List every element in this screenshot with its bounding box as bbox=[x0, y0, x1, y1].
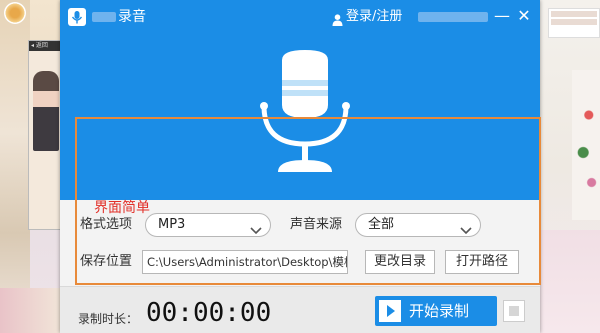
duration-value: 00:00:00 bbox=[146, 298, 272, 328]
format-select[interactable]: MP3 bbox=[145, 213, 271, 237]
background-panel-left bbox=[0, 0, 30, 333]
save-path-field[interactable]: C:\Users\Administrator\Desktop\模板 bbox=[142, 250, 348, 274]
start-recording-label: 开始录制 bbox=[409, 302, 470, 320]
login-register-link[interactable]: 登录/注册 bbox=[346, 8, 402, 26]
minimize-button[interactable]: — bbox=[492, 6, 512, 26]
background-strip-bottom bbox=[0, 288, 60, 333]
format-label: 格式选项 bbox=[80, 217, 133, 232]
source-select[interactable]: 全部 bbox=[355, 213, 481, 237]
change-directory-button[interactable]: 更改目录 bbox=[365, 250, 435, 274]
app-logo-icon bbox=[68, 8, 86, 26]
background-phone-preview: ◂ 返回 bbox=[28, 40, 62, 230]
background-card-stripe bbox=[551, 19, 597, 25]
background-phone-bar: ◂ 返回 bbox=[29, 41, 61, 51]
play-icon bbox=[379, 300, 401, 322]
background-flowers bbox=[572, 70, 600, 220]
background-panel-right-bottom bbox=[540, 230, 600, 333]
open-path-button[interactable]: 打开路径 bbox=[445, 250, 519, 274]
background-card-stripe bbox=[551, 11, 597, 17]
recorder-window: 录音 登录/注册 — ✕ 界面简单 格式选项 MP3 声音来源 全部 保存位置 … bbox=[60, 0, 541, 333]
user-icon bbox=[332, 11, 343, 26]
stop-button[interactable] bbox=[503, 300, 525, 322]
source-label: 声音来源 bbox=[290, 217, 343, 232]
source-select-value: 全部 bbox=[368, 217, 395, 232]
background-flower-icon bbox=[4, 2, 26, 24]
stop-icon bbox=[509, 306, 519, 316]
background-character-figure bbox=[33, 71, 59, 151]
start-recording-button[interactable]: 开始录制 bbox=[375, 296, 497, 326]
save-location-label: 保存位置 bbox=[80, 254, 133, 269]
app-title: 录音 bbox=[118, 9, 146, 25]
close-button[interactable]: ✕ bbox=[514, 6, 534, 26]
app-title-blur bbox=[92, 12, 116, 22]
duration-label: 录制时长： bbox=[78, 312, 139, 326]
chevron-down-icon bbox=[460, 221, 472, 235]
footer-bar: 录制时长： 00:00:00 开始录制 bbox=[60, 286, 540, 333]
chevron-down-icon bbox=[250, 221, 262, 235]
username-blur bbox=[418, 12, 488, 22]
format-select-value: MP3 bbox=[158, 217, 186, 232]
background-card-right bbox=[548, 8, 600, 38]
title-bar[interactable]: 录音 登录/注册 — ✕ bbox=[60, 0, 540, 34]
annotation-label: 界面简单 bbox=[94, 200, 150, 216]
